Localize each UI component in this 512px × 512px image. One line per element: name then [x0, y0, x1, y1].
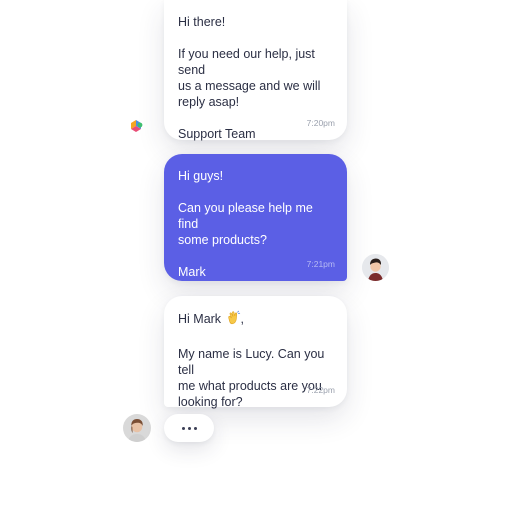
support-message: Hi there! If you need our help, just sen… [164, 0, 347, 141]
message-timestamp: 7:22pm [306, 385, 335, 395]
message-body: My name is Lucy. Can you tell me what pr… [178, 347, 325, 409]
typing-dot [187, 426, 191, 430]
agent-avatar [123, 414, 151, 442]
typing-dot [181, 426, 185, 430]
typing-dots-icon [164, 414, 214, 442]
chat-window: Hi there! If you need our help, just sen… [0, 0, 512, 512]
agent-message: Hi Mark , My name is Lucy. Can you tell … [164, 296, 347, 409]
greeting-text: Hi Mark [178, 312, 222, 326]
message-body: If you need our help, just send us a mes… [178, 47, 321, 109]
waving-hand-icon [225, 310, 241, 330]
message-greeting: Hi Mark , [178, 310, 333, 330]
typing-dot [193, 426, 197, 430]
message-body: Can you please help me find some product… [178, 201, 313, 247]
message-timestamp: 7:20pm [306, 118, 335, 128]
message-greeting: Hi guys! [178, 169, 224, 183]
user-avatar [362, 254, 389, 281]
user-message: Hi guys! Can you please help me find som… [164, 154, 347, 281]
support-logo-icon [128, 117, 146, 135]
message-timestamp: 7:21pm [306, 259, 335, 269]
greeting-punctuation: , [240, 312, 245, 326]
message-greeting: Hi there! [178, 15, 226, 29]
